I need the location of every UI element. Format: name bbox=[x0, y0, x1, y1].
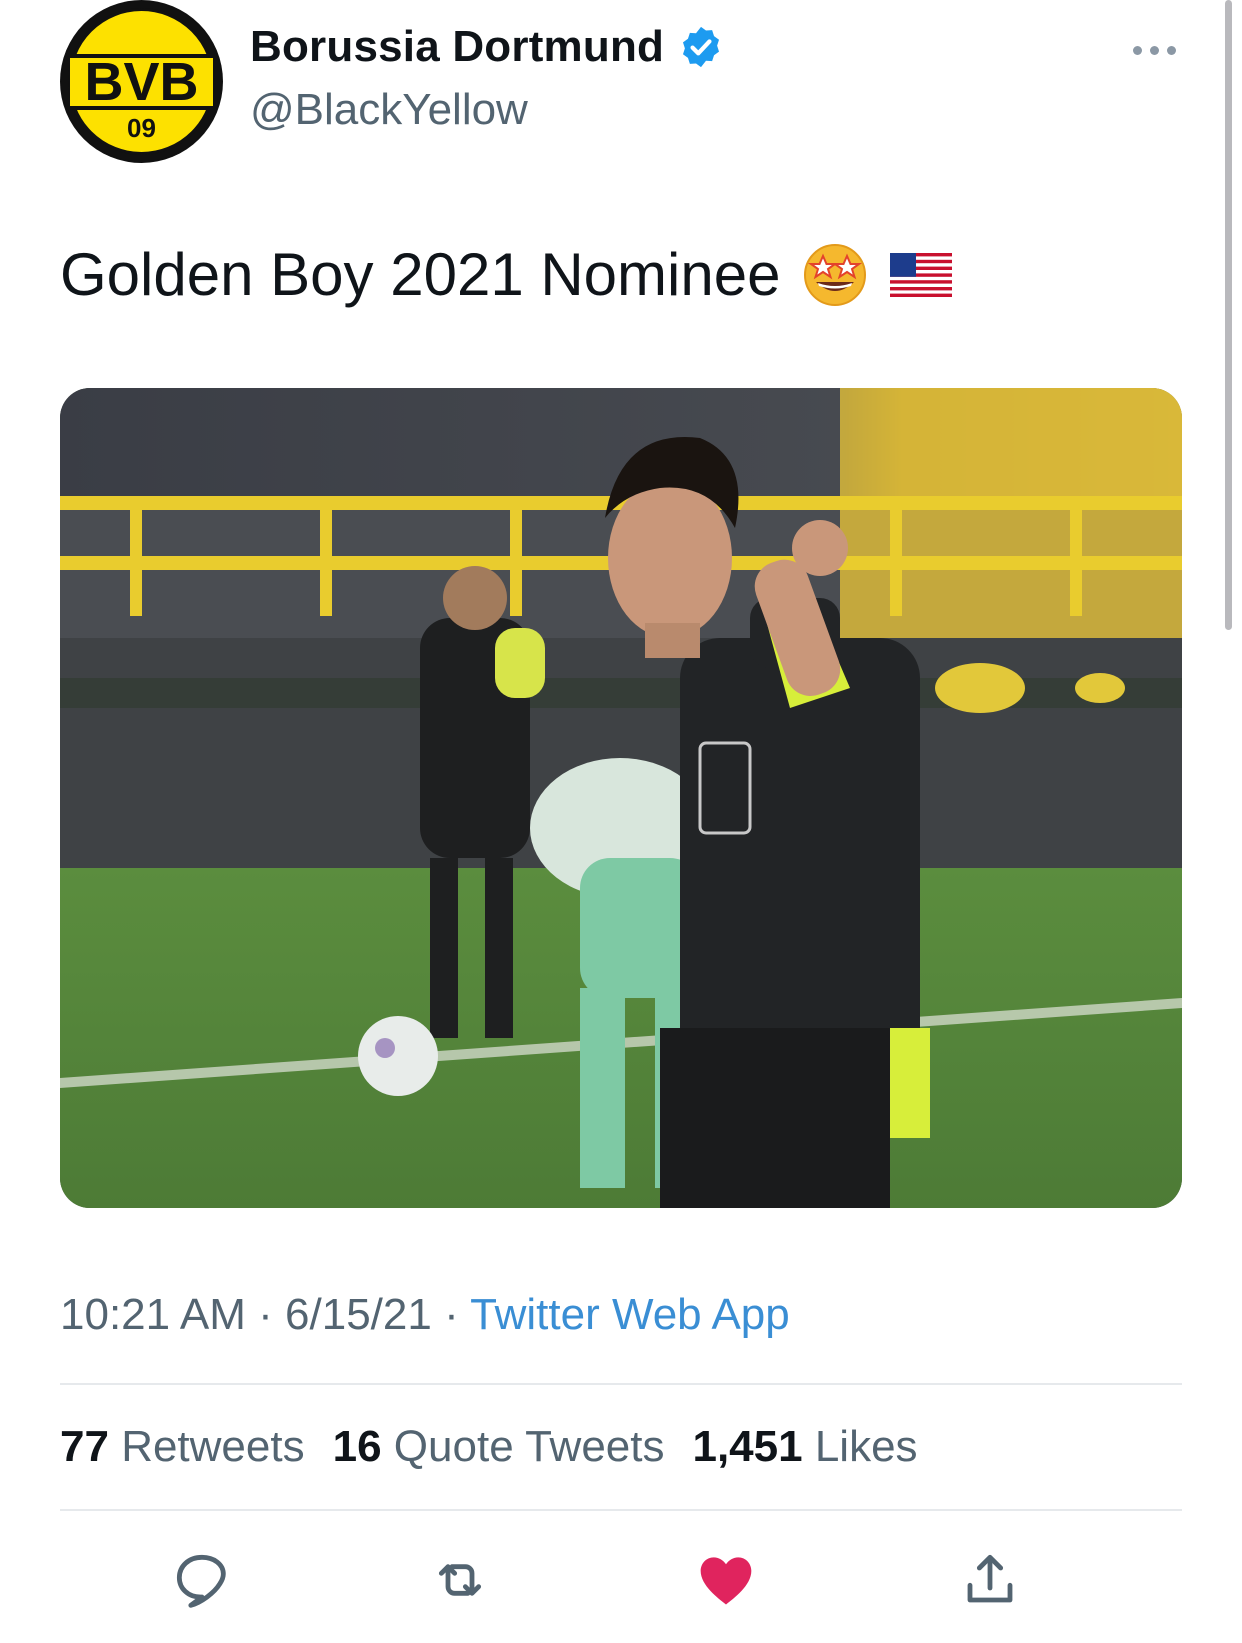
verified-badge-icon bbox=[678, 24, 724, 70]
display-name[interactable]: Borussia Dortmund bbox=[250, 22, 664, 72]
likes-label: Likes bbox=[814, 1422, 918, 1471]
tweet-date[interactable]: 6/15/21 bbox=[285, 1290, 432, 1339]
avatar-letters: BVB bbox=[84, 52, 198, 112]
separator: · bbox=[444, 1290, 459, 1339]
tweet-text: Golden Boy 2021 Nominee bbox=[60, 240, 953, 309]
tweet-timestamp: 10:21 AM · 6/15/21 · Twitter Web App bbox=[60, 1290, 790, 1340]
retweets-stat[interactable]: 77 Retweets bbox=[60, 1422, 305, 1472]
quotes-count: 16 bbox=[332, 1422, 382, 1471]
tweet-time: 10:21 AM bbox=[60, 1290, 246, 1339]
reply-icon[interactable] bbox=[170, 1548, 234, 1612]
tweet-source-link[interactable]: Twitter Web App bbox=[470, 1290, 790, 1339]
engagement-stats: 77 Retweets 16 Quote Tweets 1,451 Likes bbox=[60, 1422, 918, 1472]
retweet-icon[interactable] bbox=[428, 1548, 492, 1612]
quotes-label: Quote Tweets bbox=[393, 1422, 665, 1471]
us-flag-emoji-icon bbox=[890, 252, 953, 297]
retweets-count: 77 bbox=[60, 1422, 109, 1471]
share-icon[interactable] bbox=[958, 1548, 1022, 1612]
more-options-icon[interactable] bbox=[1133, 38, 1177, 62]
retweets-label: Retweets bbox=[121, 1422, 305, 1471]
avatar-number: 09 bbox=[127, 113, 156, 143]
avatar[interactable]: BVB 09 bbox=[60, 0, 223, 163]
divider bbox=[60, 1509, 1182, 1511]
tweet-actions-bar bbox=[0, 1540, 1242, 1620]
tweet-text-content: Golden Boy 2021 Nominee bbox=[60, 241, 781, 308]
author-handle[interactable]: @BlackYellow bbox=[250, 85, 528, 135]
likes-stat[interactable]: 1,451 Likes bbox=[692, 1422, 917, 1472]
quote-tweets-stat[interactable]: 16 Quote Tweets bbox=[333, 1422, 665, 1472]
author-name-row: Borussia Dortmund bbox=[250, 22, 724, 72]
star-struck-emoji-icon bbox=[802, 242, 868, 308]
likes-count: 1,451 bbox=[692, 1422, 803, 1471]
soccer-player-photo bbox=[60, 388, 1182, 1208]
bvb-logo: BVB 09 bbox=[61, 1, 222, 162]
like-icon[interactable] bbox=[694, 1548, 758, 1612]
separator: · bbox=[258, 1290, 273, 1339]
tweet-photo[interactable] bbox=[60, 388, 1182, 1208]
divider bbox=[60, 1383, 1182, 1385]
scrollbar[interactable] bbox=[1225, 0, 1232, 630]
